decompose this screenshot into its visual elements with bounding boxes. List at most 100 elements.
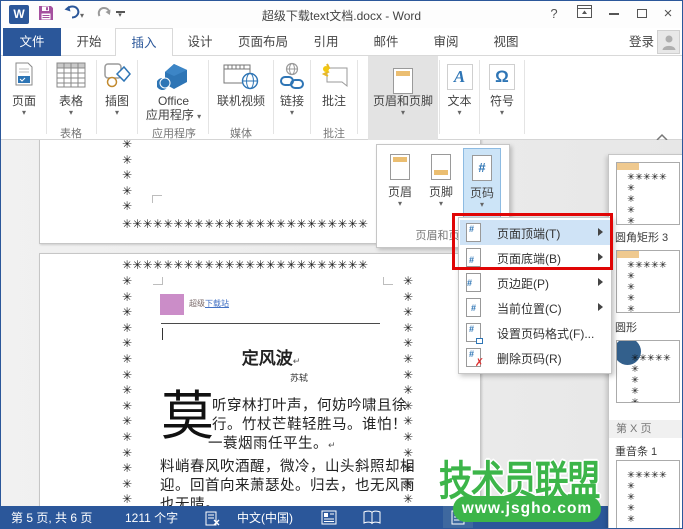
header-image[interactable]	[160, 294, 184, 315]
save-icon	[38, 5, 54, 21]
online-video-icon	[223, 62, 259, 90]
return-mark: ↵	[328, 441, 336, 451]
ribbon-divider	[96, 60, 97, 134]
tab-design[interactable]: 设计	[177, 28, 223, 56]
margin-mark	[152, 195, 162, 203]
poem-line: 料峭春风吹酒醒，微冷，山头斜照却相	[160, 455, 415, 476]
header-rule	[161, 323, 380, 324]
title-bar: W ▾ ▾ 超级下载text文档.docx - Word ?	[1, 1, 682, 28]
symbols-icon: Ω	[489, 64, 515, 90]
gallery-thumb-rounded-rect[interactable]: ✳✳✳✳✳ ✳ ✳ ✳ ✳	[616, 162, 680, 225]
page-number-label: 页码	[464, 184, 500, 201]
save-button[interactable]	[36, 5, 56, 24]
header-icon	[390, 154, 410, 180]
gallery-label-accent-bar: 重音条 1	[615, 443, 657, 459]
customize-qat-button[interactable]: ▾	[114, 9, 126, 28]
macro-recording-icon[interactable]	[321, 510, 337, 528]
word-window: W ▾ ▾ 超级下载text文档.docx - Word ?	[0, 0, 683, 529]
read-mode-button[interactable]	[363, 510, 381, 528]
pages-button[interactable]: 页面 ▾	[4, 58, 44, 134]
text-icon: A	[447, 64, 473, 90]
proofing-status-icon[interactable]	[205, 510, 221, 529]
undo-dropdown-caret[interactable]: ▾	[80, 11, 84, 20]
office-apps-label-1: Office	[140, 94, 207, 108]
thumb-header-bar	[617, 251, 639, 258]
minimize-icon	[609, 13, 619, 15]
sign-in-link[interactable]: 登录	[629, 28, 654, 56]
illustrations-icon	[103, 62, 131, 88]
close-button[interactable]: ×	[655, 4, 681, 24]
redo-button[interactable]	[93, 5, 113, 24]
footer-bar	[434, 170, 448, 175]
window-title: 超级下载text文档.docx - Word	[151, 7, 532, 24]
group-label-table: 表格	[41, 127, 101, 141]
tab-mailings[interactable]: 邮件	[363, 28, 409, 56]
symbols-button[interactable]: Ω 符号 ▾	[481, 58, 523, 134]
footer-icon	[431, 154, 451, 180]
gallery-thumb-circle[interactable]: ✳✳✳✳✳ ✳ ✳ ✳ ✳	[616, 250, 680, 313]
header-link-text: 下载站	[205, 299, 229, 308]
text-button[interactable]: A 文本 ▾	[441, 58, 478, 134]
help-button[interactable]: ?	[541, 4, 567, 24]
gallery-label-circle: 圆形	[615, 319, 637, 335]
language-indicator[interactable]: 中文(中国)	[237, 506, 293, 529]
office-apps-icon	[157, 62, 191, 94]
maximize-button[interactable]	[629, 4, 655, 24]
illustrations-button[interactable]: 插图 ▾	[98, 58, 136, 134]
tab-page-layout[interactable]: 页面布局	[227, 28, 299, 56]
header-hyperlink[interactable]: 超级下载站	[189, 298, 229, 309]
minimize-button[interactable]	[601, 4, 627, 24]
hash-glyph: #	[469, 350, 474, 359]
document-page-2[interactable]: ✳✳✳✳✳✳✳✳✳✳✳✳✳✳✳✳✳✳✳✳✳✳✳✳ ✳✳✳✳✳✳✳✳✳✳✳✳✳✳✳…	[39, 253, 481, 506]
gallery-thumb-page-x[interactable]: ✳✳✳✳✳ ✳ ✳ ✳ ✳	[616, 340, 680, 403]
comments-button[interactable]: 批注	[312, 58, 356, 134]
tab-home[interactable]: 开始	[65, 28, 113, 56]
drop-cap: 莫	[161, 392, 214, 442]
tab-insert[interactable]: 插入	[115, 28, 173, 57]
ribbon-divider	[310, 60, 311, 134]
links-caret: ▾	[275, 108, 309, 117]
tab-file[interactable]: 文件	[3, 28, 61, 56]
ribbon-divider	[273, 60, 274, 134]
user-avatar[interactable]	[657, 30, 680, 54]
links-button[interactable]: 链接 ▾	[275, 58, 309, 134]
header-button[interactable]: 页眉 ▾	[381, 148, 419, 221]
tab-references[interactable]: 引用	[303, 28, 349, 56]
menu-item-remove-page-numbers[interactable]: #✗ 删除页码(R)	[460, 345, 610, 370]
pages-icon	[11, 62, 37, 90]
online-video-button[interactable]: 联机视频	[210, 58, 272, 134]
text-caret: ▾	[441, 108, 478, 117]
menu-item-page-margins[interactable]: # 页边距(P)	[460, 270, 610, 295]
current-position-icon: #	[466, 298, 481, 317]
undo-button[interactable]	[62, 5, 82, 24]
header-footer-button[interactable]: 页眉和页脚 ▾	[368, 56, 438, 140]
ribbon: 页面 ▾ 表格 ▾ 插图 ▾	[1, 56, 682, 140]
return-mark: ↵	[293, 357, 301, 367]
pages-label: 页面	[4, 94, 44, 108]
page-number-button[interactable]: # 页码 ▾	[463, 148, 501, 221]
poem-title: 定风波↵	[188, 344, 354, 369]
footer-button[interactable]: 页脚 ▾	[422, 148, 460, 221]
table-button[interactable]: 表格 ▾	[48, 58, 94, 134]
text-label: 文本	[441, 94, 478, 108]
page-indicator[interactable]: 第 5 页, 共 6 页	[11, 506, 92, 529]
office-apps-button[interactable]: Office 应用程序 ▾	[140, 58, 207, 134]
red-x-icon: ✗	[475, 356, 484, 369]
word-count[interactable]: 1211 个字	[125, 506, 178, 529]
ribbon-display-options-button[interactable]	[571, 4, 597, 24]
gallery-thumb-accent-bar[interactable]: ✳✳✳✳✳ ✳ ✳ ✳ ✳	[616, 460, 680, 529]
office-apps-label-2-text: 应用程序	[146, 108, 194, 122]
tab-view[interactable]: 视图	[483, 28, 529, 56]
menu-item-format-page-numbers[interactable]: # 设置页码格式(F)...	[460, 320, 610, 345]
poem-line: 听穿林打叶声，何妨吟啸且徐	[212, 394, 407, 415]
comments-icon	[319, 62, 349, 90]
page1-border-bottom: ✳✳✳✳✳✳✳✳✳✳✳✳✳✳✳✳✳✳✳✳✳✳✳✳	[122, 217, 416, 231]
gallery-group-header: 第 X 页	[609, 420, 683, 438]
menu-item-current-position[interactable]: # 当前位置(C)	[460, 295, 610, 320]
annotation-red-box	[452, 213, 613, 270]
tab-review[interactable]: 审阅	[423, 28, 469, 56]
office-apps-caret: ▾	[197, 112, 201, 121]
menu-item-label: 设置页码格式(F)...	[497, 325, 594, 342]
group-label-comments: 批注	[304, 127, 364, 141]
print-layout-button[interactable]	[443, 506, 473, 529]
